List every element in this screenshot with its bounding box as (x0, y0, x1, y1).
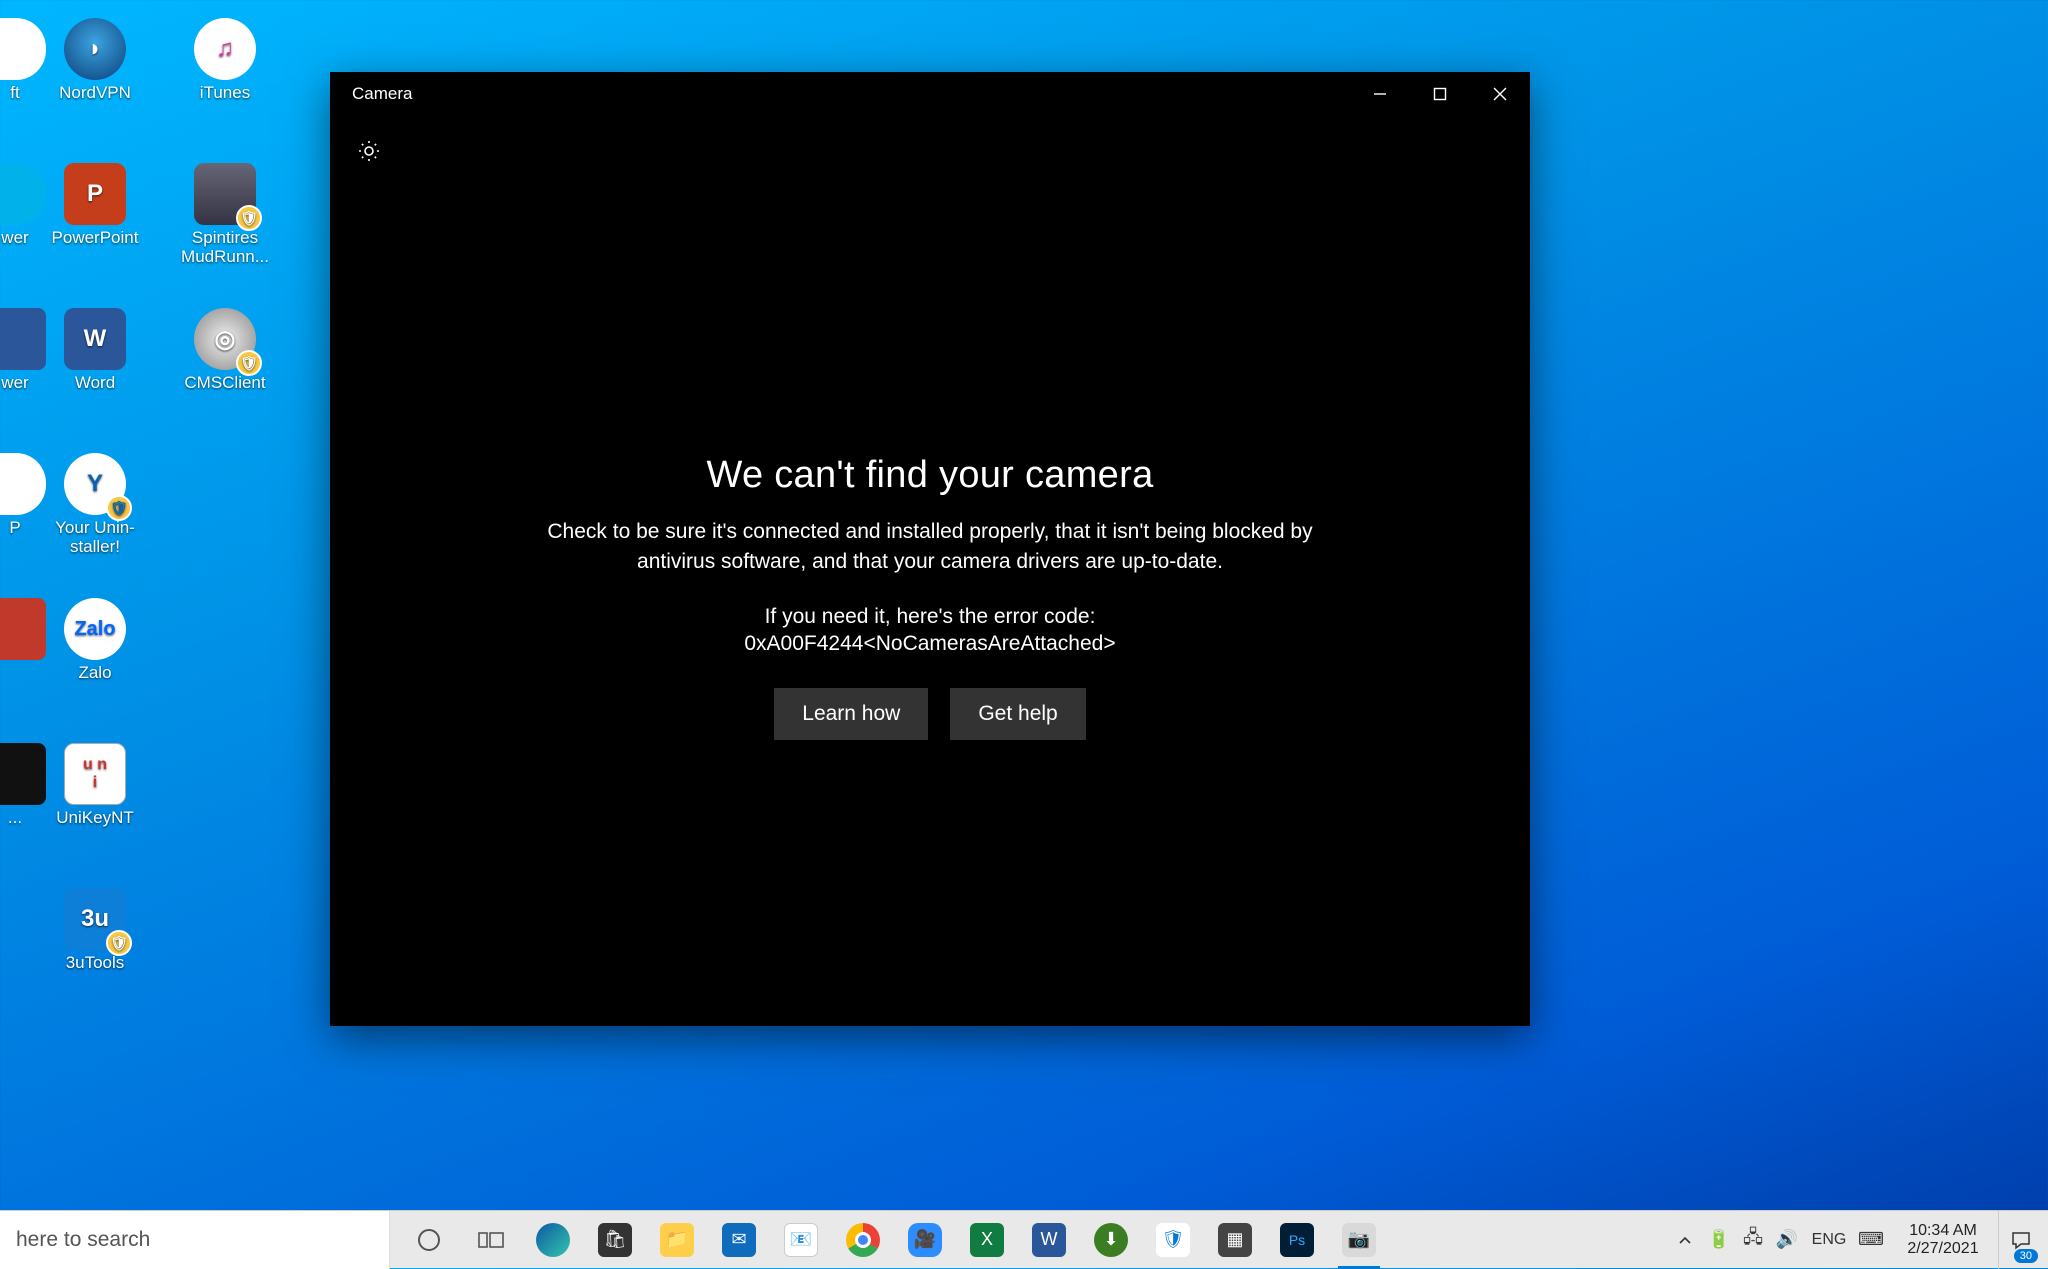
desktop-icon-zalo[interactable]: ZaloZalo (30, 590, 160, 735)
photoshop-button[interactable]: Ps (1266, 1211, 1328, 1269)
error-code-intro: If you need it, here's the error code: (540, 602, 1320, 631)
taskbar: here to search 🛍 📁 ✉ 📧 🎥 X W ⬇ 🛡 ▦ Ps 📷 … (0, 1210, 2048, 1268)
desktop-icon-cmsclient[interactable]: ◎🛡CMSClient (160, 300, 290, 445)
tray-overflow-button[interactable] (1668, 1211, 1702, 1269)
zoom-button[interactable]: 🎥 (894, 1211, 956, 1269)
circle-icon (416, 1227, 442, 1253)
desktop-icon-youruninstaller[interactable]: Y🛡Your Unin-staller! (30, 445, 160, 590)
desktop-icon-partial-2[interactable]: wer (0, 300, 30, 445)
error-panel: We can't find your camera Check to be su… (540, 454, 1320, 739)
clock-date: 2/27/2021 (1888, 1240, 1998, 1258)
taskview-icon (478, 1230, 504, 1250)
notification-badge: 30 (2014, 1249, 2038, 1263)
system-tray: 🔋 🖧 🔊 ENG ⌨ 10:34 AM 2/27/2021 30 (1668, 1211, 2048, 1268)
chrome-button[interactable] (832, 1211, 894, 1269)
window-title: Camera (330, 84, 412, 104)
desktop-icon-itunes[interactable]: ♫iTunes (160, 10, 290, 155)
camera-taskbar-button[interactable]: 📷 (1328, 1211, 1390, 1269)
explorer-button[interactable]: 📁 (646, 1211, 708, 1269)
desktop-icon-powerpoint[interactable]: PPowerPoint (30, 155, 160, 300)
network-icon[interactable]: 🖧 (1736, 1211, 1770, 1269)
titlebar: Camera (330, 72, 1530, 116)
outlook-button[interactable]: 📧 (770, 1211, 832, 1269)
search-placeholder: here to search (16, 1228, 150, 1252)
desktop-icon-3utools[interactable]: 3u🛡3uTools (30, 880, 160, 1025)
clock[interactable]: 10:34 AM 2/27/2021 (1888, 1222, 1998, 1257)
edge-button[interactable] (522, 1211, 584, 1269)
desktop-icon-partial-0[interactable]: ft (0, 10, 30, 155)
desktop: ft ◗NordVPN ♫iTunes wer PPowerPoint 🛡Spi… (0, 0, 2048, 1268)
minimize-icon (1373, 87, 1387, 101)
taskbar-pinned: 🛍 📁 ✉ 📧 🎥 X W ⬇ 🛡 ▦ Ps 📷 (398, 1211, 1390, 1268)
cortana-button[interactable] (398, 1211, 460, 1269)
battery-icon[interactable]: 🔋 (1702, 1211, 1736, 1269)
search-input[interactable]: here to search (0, 1211, 390, 1269)
maximize-icon (1433, 87, 1447, 101)
chevron-up-icon (1678, 1233, 1692, 1247)
clock-time: 10:34 AM (1888, 1222, 1998, 1240)
learn-how-button[interactable]: Learn how (774, 688, 928, 740)
minimize-button[interactable] (1350, 72, 1410, 116)
desktop-icon-nordvpn[interactable]: ◗NordVPN (30, 10, 160, 155)
close-button[interactable] (1470, 72, 1530, 116)
action-center-button[interactable]: 30 (1998, 1211, 2042, 1269)
desktop-icon-grid: ft ◗NordVPN ♫iTunes wer PPowerPoint 🛡Spi… (0, 10, 290, 1025)
idm-button[interactable]: ⬇ (1080, 1211, 1142, 1269)
language-indicator[interactable]: ENG (1804, 1211, 1854, 1269)
unknown-app-button[interactable]: ▦ (1204, 1211, 1266, 1269)
close-icon (1493, 87, 1507, 101)
mail-button[interactable]: ✉ (708, 1211, 770, 1269)
excel-button[interactable]: X (956, 1211, 1018, 1269)
word-button[interactable]: W (1018, 1211, 1080, 1269)
security-button[interactable]: 🛡 (1142, 1211, 1204, 1269)
desktop-icon-spintires[interactable]: 🛡Spintires MudRunn... (160, 155, 290, 300)
maximize-button[interactable] (1410, 72, 1470, 116)
error-code: 0xA00F4244<NoCamerasAreAttached> (540, 632, 1320, 656)
desktop-icon-partial-1[interactable]: wer (0, 155, 30, 300)
error-body: Check to be sure it's connected and inst… (540, 517, 1320, 576)
settings-button[interactable] (352, 134, 386, 168)
window-controls (1350, 72, 1530, 116)
volume-icon[interactable]: 🔊 (1770, 1211, 1804, 1269)
camera-window: Camera We (330, 72, 1530, 1026)
notification-icon (2010, 1229, 2032, 1251)
desktop-icon-partial-4[interactable] (0, 590, 30, 735)
ime-icon[interactable]: ⌨ (1854, 1211, 1888, 1269)
gear-icon (357, 139, 381, 163)
desktop-icon-word[interactable]: WWord (30, 300, 160, 445)
desktop-icon-unikeynt[interactable]: u niUniKeyNT (30, 735, 160, 880)
store-button[interactable]: 🛍 (584, 1211, 646, 1269)
desktop-icon-partial-5[interactable]: ... (0, 735, 30, 880)
desktop-icon-partial-3[interactable]: P (0, 445, 30, 590)
get-help-button[interactable]: Get help (950, 688, 1085, 740)
error-heading: We can't find your camera (540, 454, 1320, 497)
task-view-button[interactable] (460, 1211, 522, 1269)
